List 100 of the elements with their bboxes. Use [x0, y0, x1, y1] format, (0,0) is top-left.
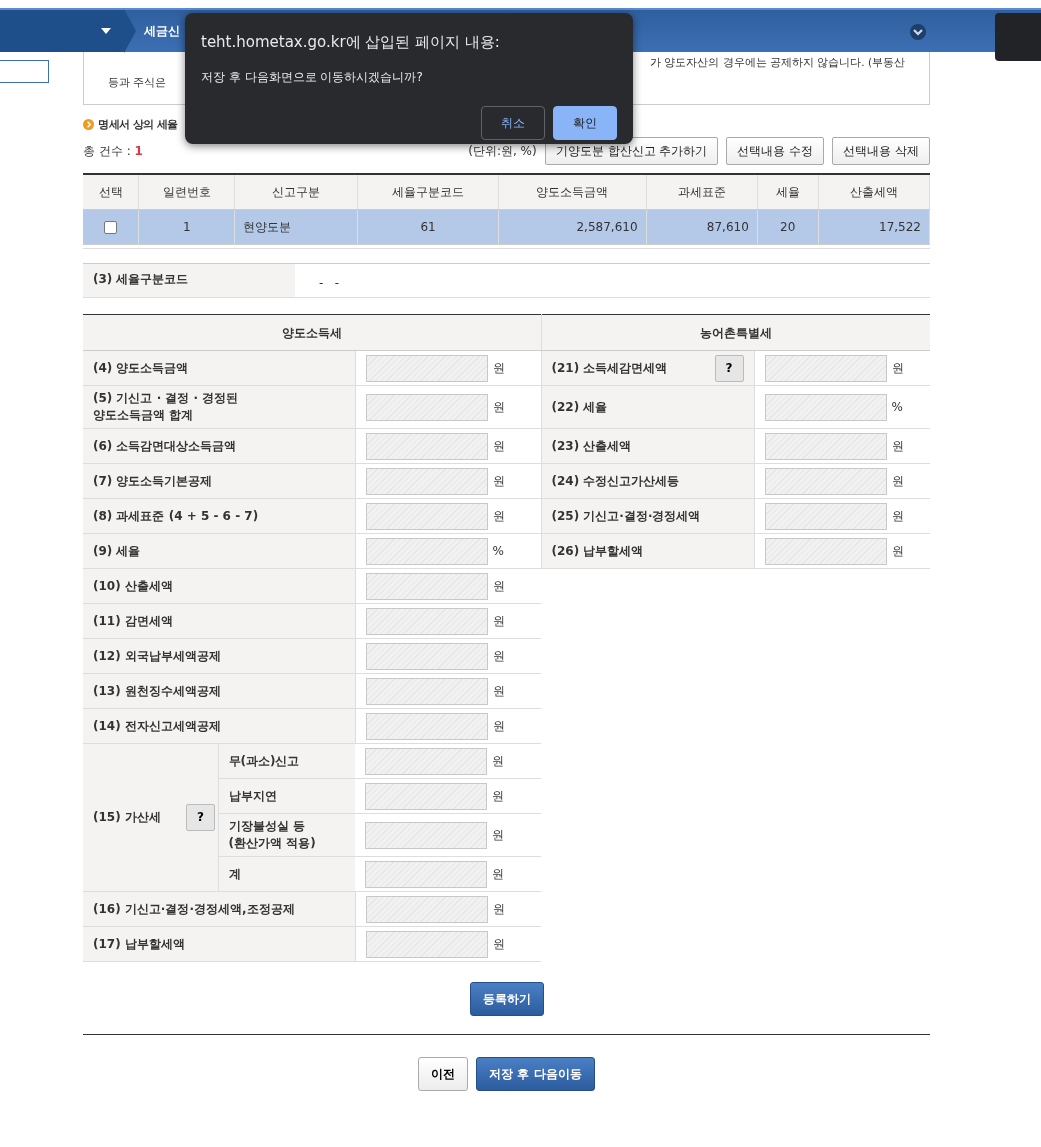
field-value: - -: [318, 275, 341, 293]
unit-label: 원: [492, 509, 505, 524]
table-cell: 87,610: [646, 209, 758, 245]
notice-text: 등과 주식은: [108, 75, 167, 90]
section-title: 명세서 상의 세율: [98, 117, 178, 132]
unit-label: 원: [492, 579, 505, 594]
field-label: 무(과소)신고: [218, 743, 355, 779]
input-field[interactable]: [365, 930, 488, 958]
input-field[interactable]: [764, 354, 887, 382]
input-field[interactable]: [764, 537, 887, 565]
input-field[interactable]: [365, 860, 487, 888]
input-field[interactable]: [365, 607, 488, 635]
unit-label: 원: [492, 719, 505, 734]
input-field[interactable]: [365, 895, 488, 923]
field-label: 계: [218, 856, 355, 892]
unit-label: 원: [492, 867, 504, 882]
unit-label: 원: [492, 439, 505, 454]
caret-icon: [101, 28, 111, 34]
field-label: (9) 세율: [83, 533, 355, 569]
field-label: (11) 감면세액: [83, 603, 355, 639]
input-field[interactable]: [764, 502, 887, 530]
field-label: (6) 소득감면대상소득금액: [83, 428, 355, 464]
column-header: 선택: [83, 173, 139, 210]
table-cell: 20: [757, 209, 819, 245]
input-field[interactable]: [365, 502, 488, 530]
field-label: (10) 산출세액: [83, 568, 355, 604]
input-field[interactable]: [365, 642, 488, 670]
field-label: (4) 양도소득금액: [83, 350, 355, 386]
input-field[interactable]: [365, 467, 488, 495]
help-button[interactable]: ?: [714, 354, 744, 382]
count-value: 1: [134, 143, 143, 158]
column-header: 농어촌특별세: [541, 314, 930, 351]
input-field[interactable]: [365, 782, 487, 810]
unit-label: 원: [492, 400, 505, 415]
count-label: 총 건수 :: [83, 143, 131, 158]
unit-label: 원: [891, 474, 904, 489]
unit-label: 원: [492, 937, 505, 952]
input-field[interactable]: [764, 467, 887, 495]
field-label: (13) 원천징수세액공제: [83, 673, 355, 709]
table-cell: 61: [357, 209, 499, 245]
field-label: (12) 외국납부세액공제: [83, 638, 355, 674]
table-cell: 2,587,610: [498, 209, 647, 245]
field-label: (16) 기신고·결정·경정세액,조정공제: [83, 891, 355, 927]
input-field[interactable]: [365, 432, 488, 460]
field-label: (3) 세율구분코드: [83, 264, 295, 298]
breadcrumb-text[interactable]: 세금신: [136, 22, 180, 40]
field-label: (5) 기신고 · 결정 · 경정된 양도소득금액 합계: [83, 385, 355, 429]
help-button[interactable]: ?: [186, 804, 215, 832]
field-label: (8) 과세표준 (4 + 5 - 6 - 7): [83, 498, 355, 534]
unit-label: 원: [492, 361, 505, 376]
row-checkbox[interactable]: [104, 221, 118, 235]
dialog-message: 저장 후 다음화면으로 이동하시겠습니까?: [201, 68, 424, 86]
cancel-button[interactable]: 취소: [481, 105, 545, 140]
field-label: (14) 전자신고세액공제: [83, 708, 355, 744]
notice-text: 가 양도자산의 경우에는 공제하지 않습니다. (부동산: [649, 55, 905, 70]
bullet-icon: [83, 119, 94, 131]
input-field[interactable]: [764, 393, 887, 421]
column-header: 세율: [757, 173, 819, 210]
action-button[interactable]: 선택내용 삭제: [832, 136, 930, 165]
unit-label: 원: [891, 544, 904, 559]
action-button[interactable]: 선택내용 수정: [726, 136, 825, 165]
input-field[interactable]: [365, 712, 488, 740]
unit-label: 원: [891, 509, 904, 524]
column-header: 양도소득세: [83, 314, 541, 351]
input-field[interactable]: [365, 572, 488, 600]
field-label: (21) 소득세감면세액: [551, 359, 668, 377]
field-label: (22) 세율: [541, 385, 754, 429]
unit-label: 원: [492, 754, 504, 769]
unit-label: 원: [492, 614, 505, 629]
field-label: 납부지연: [218, 778, 355, 814]
column-header: 세율구분코드: [357, 173, 499, 210]
register-button[interactable]: 등록하기: [469, 982, 544, 1017]
input-field[interactable]: [365, 537, 488, 565]
save-next-button[interactable]: 저장 후 다음이동: [476, 1057, 595, 1092]
input-field[interactable]: [764, 432, 887, 460]
previous-button[interactable]: 이전: [418, 1057, 469, 1092]
side-tab[interactable]: [0, 60, 49, 83]
confirm-button[interactable]: 확인: [553, 105, 617, 140]
table-cell: 현양도분: [234, 209, 358, 245]
input-field[interactable]: [365, 747, 487, 775]
column-header: 양도소득금액: [498, 173, 647, 210]
field-label: (15) 가산세: [83, 743, 184, 892]
input-field[interactable]: [365, 821, 487, 849]
field-label: 기장불성실 등 (환산가액 적용): [218, 813, 355, 857]
unit-label: %: [492, 544, 504, 559]
unit-label: 원: [492, 649, 505, 664]
field-label: (17) 납부할세액: [83, 926, 355, 962]
table-cell: 17,522: [818, 209, 930, 245]
column-header: 신고구분: [234, 173, 358, 210]
dialog-title: teht.hometax.go.kr에 삽입된 페이지 내용:: [201, 32, 501, 53]
unit-note: (단위:원, %): [468, 142, 537, 160]
unit-label: 원: [891, 439, 904, 454]
input-field[interactable]: [365, 393, 488, 421]
input-field[interactable]: [365, 354, 488, 382]
input-field[interactable]: [365, 677, 488, 705]
field-label: (7) 양도소득기본공제: [83, 463, 355, 499]
expand-icon[interactable]: [909, 23, 927, 41]
column-header: 과세표준: [646, 173, 758, 210]
unit-label: 원: [492, 828, 504, 843]
panel-corner: [995, 13, 1041, 61]
